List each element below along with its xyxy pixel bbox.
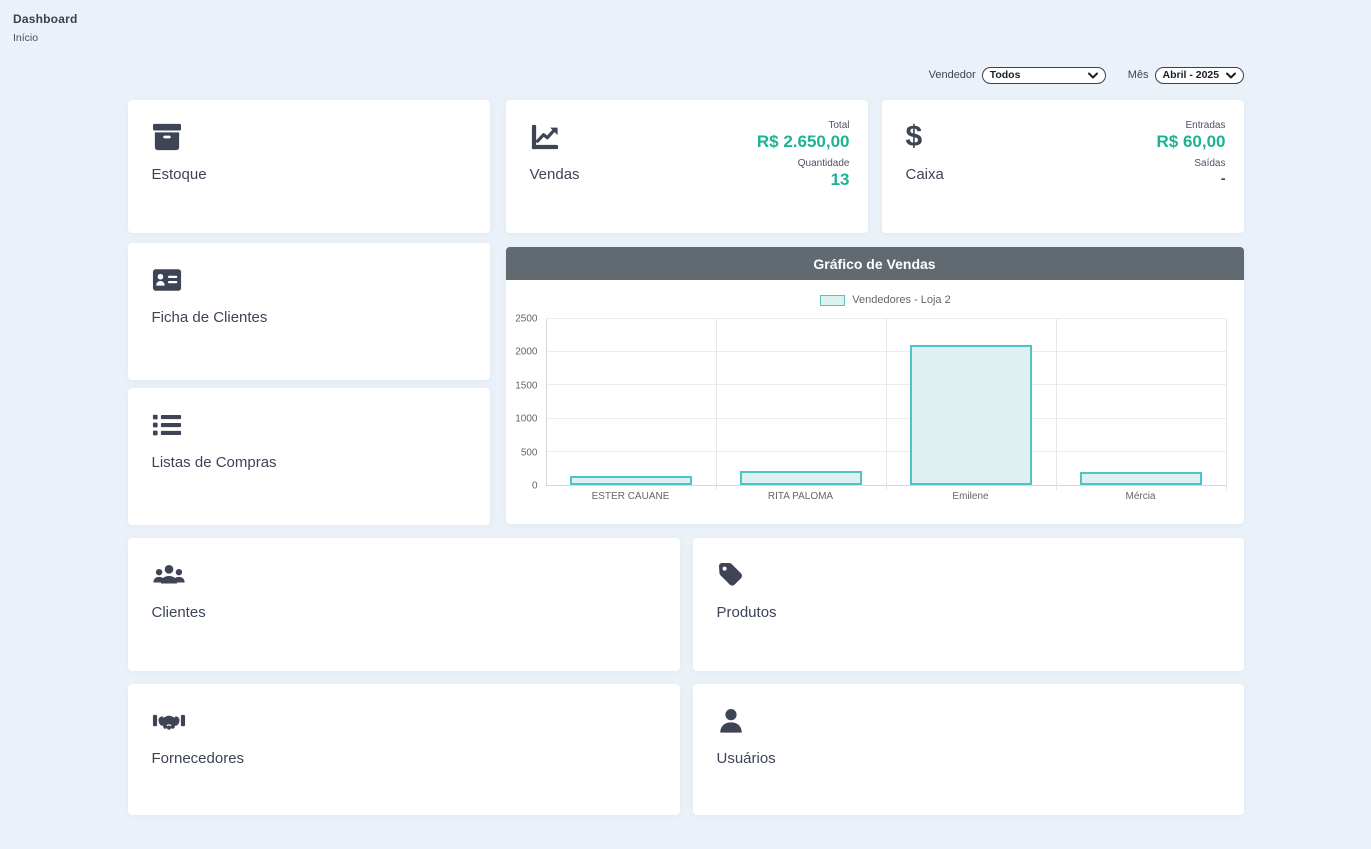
page-title: Dashboard — [13, 12, 1371, 26]
legend-swatch — [820, 295, 845, 306]
card-caixa[interactable]: $ Caixa Entradas R$ 60,00 Saídas - — [882, 100, 1244, 233]
bar-ester-cauane — [570, 476, 692, 485]
caixa-entradas-value: R$ 60,00 — [1157, 131, 1226, 154]
vendas-stats: Total R$ 2.650,00 Quantidade 13 — [757, 120, 850, 192]
bar-mércia — [1080, 472, 1202, 485]
dollar-icon: $ — [906, 122, 923, 152]
x-tick-label: Mércia — [1056, 491, 1226, 502]
y-tick-label: 1500 — [515, 380, 537, 391]
list-icon — [152, 413, 182, 437]
card-ficha-de-clientes[interactable]: Ficha de Clientes — [128, 243, 490, 380]
chart-title: Gráfico de Vendas — [506, 247, 1244, 280]
y-tick-label: 1000 — [515, 414, 537, 425]
vendas-total-value: R$ 2.650,00 — [757, 131, 850, 154]
card-estoque[interactable]: Estoque — [128, 100, 490, 233]
dashboard-content: Estoque Vendas Total R$ 2.650,00 Quantid… — [128, 100, 1244, 832]
v-gridline — [1226, 319, 1227, 490]
card-fornecedores[interactable]: Fornecedores — [128, 684, 680, 815]
legend-label: Vendedores - Loja 2 — [852, 294, 950, 306]
card-listas-de-compras-label: Listas de Compras — [152, 454, 472, 471]
vendas-total-label: Total — [757, 120, 850, 131]
card-listas-de-compras[interactable]: Listas de Compras — [128, 388, 490, 525]
vendedor-select[interactable]: Todos — [982, 67, 1106, 84]
vendedor-filter: Vendedor Todos — [929, 67, 1106, 84]
card-clientes-label: Clientes — [152, 604, 662, 621]
y-axis: 05001000150020002500 — [506, 319, 546, 486]
x-axis-labels: ESTER CAUANERITA PALOMAEmileneMércia — [546, 491, 1226, 502]
address-card-icon — [152, 268, 182, 292]
card-fornecedores-label: Fornecedores — [152, 750, 662, 767]
caixa-entradas-label: Entradas — [1157, 120, 1226, 131]
mes-filter: Mês Abril - 2025 — [1128, 67, 1244, 84]
caixa-stats: Entradas R$ 60,00 Saídas - — [1157, 120, 1226, 189]
chart-plot — [546, 319, 1226, 486]
caixa-saidas-label: Saídas — [1157, 158, 1226, 169]
handshake-icon — [152, 708, 186, 734]
x-tick-label: RITA PALOMA — [716, 491, 886, 502]
chevron-down-icon — [1088, 72, 1098, 79]
y-tick-label: 500 — [521, 447, 538, 458]
vendedor-label: Vendedor — [929, 69, 976, 81]
mes-selected-value: Abril - 2025 — [1163, 69, 1220, 81]
tag-icon — [717, 561, 745, 589]
chevron-down-icon — [1226, 72, 1236, 79]
breadcrumb[interactable]: Início — [13, 32, 1371, 44]
bar-rita-paloma — [740, 471, 862, 485]
chart-legend[interactable]: Vendedores - Loja 2 — [546, 291, 1226, 309]
caixa-saidas-value: - — [1157, 169, 1226, 189]
users-icon — [152, 562, 186, 588]
x-tick-label: Emilene — [886, 491, 1056, 502]
card-produtos[interactable]: Produtos — [693, 538, 1244, 671]
card-usuarios[interactable]: Usuários — [693, 684, 1244, 815]
mes-label: Mês — [1128, 69, 1149, 81]
y-tick-label: 2500 — [515, 314, 537, 325]
card-clientes[interactable]: Clientes — [128, 538, 680, 671]
y-tick-label: 2000 — [515, 347, 537, 358]
box-archive-icon — [152, 123, 182, 151]
sales-chart-panel: Gráfico de Vendas Vendedores - Loja 2 0 5… — [506, 247, 1244, 524]
card-ficha-de-clientes-label: Ficha de Clientes — [152, 309, 472, 326]
card-vendas[interactable]: Vendas Total R$ 2.650,00 Quantidade 13 — [506, 100, 868, 233]
page-header: Dashboard Início — [0, 0, 1371, 44]
vendas-quantidade-label: Quantidade — [757, 158, 850, 169]
card-usuarios-label: Usuários — [717, 750, 1226, 767]
mes-select[interactable]: Abril - 2025 — [1155, 67, 1244, 84]
card-produtos-label: Produtos — [717, 604, 1226, 621]
chart-body: Vendedores - Loja 2 0 500 1000 1500 2000 2500… — [506, 280, 1244, 502]
card-estoque-label: Estoque — [152, 166, 472, 183]
x-tick-label: ESTER CAUANE — [546, 491, 716, 502]
y-tick-label: 0 — [532, 481, 538, 492]
chart-line-icon — [530, 123, 560, 151]
bar-emilene — [910, 345, 1032, 485]
vendas-quantidade-value: 13 — [757, 169, 850, 192]
user-icon — [717, 707, 745, 735]
filters-row: Vendedor Todos Mês Abril - 2025 — [128, 66, 1244, 84]
vendedor-selected-value: Todos — [990, 69, 1021, 81]
